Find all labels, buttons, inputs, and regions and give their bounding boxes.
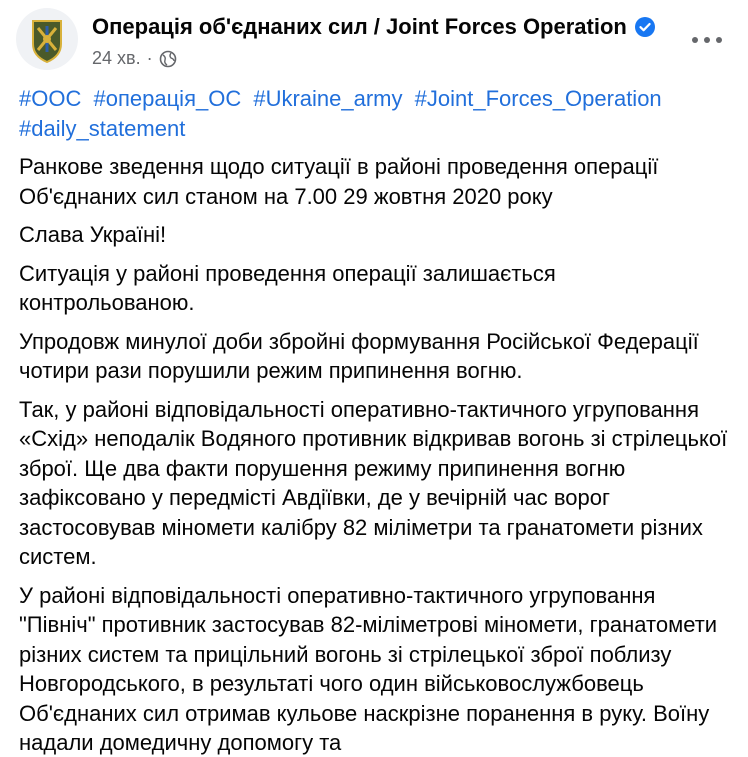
post-header: Операція об'єднаних сил / Joint Forces O… — [16, 8, 732, 78]
post-paragraph: Упродовж минулої доби збройні формування… — [19, 328, 699, 384]
page-name-link[interactable]: Операція об'єднаних сил / Joint Forces O… — [92, 14, 655, 40]
post-paragraph: Ситуація у районі проведення операції за… — [19, 260, 556, 316]
post-paragraph: У районі відповідальності оперативно-так… — [19, 582, 718, 756]
facebook-post: Операція об'єднаних сил / Joint Forces O… — [0, 0, 748, 757]
post-paragraph: Так, у районі відповідальності оперативн… — [19, 396, 728, 570]
page-avatar[interactable] — [16, 8, 78, 70]
globe-icon[interactable] — [159, 50, 177, 68]
hashtags-line: #ООС #операція_ОС #Ukraine_army #Joint_F… — [19, 84, 734, 143]
post-paragraph: Слава Україні! — [19, 222, 167, 247]
hashtag-link[interactable]: #ООС — [19, 86, 81, 111]
hashtag-link[interactable]: #Ukraine_army — [253, 86, 402, 111]
hashtag-link[interactable]: #daily_statement — [19, 116, 185, 141]
hashtag-link[interactable]: #Joint_Forces_Operation — [415, 86, 662, 111]
more-options-button[interactable] — [692, 28, 722, 52]
post-paragraph: Ранкове зведення щодо ситуації в районі … — [19, 154, 659, 209]
post-body: #ООС #операція_ОС #Ukraine_army #Joint_F… — [19, 84, 734, 757]
joint-forces-emblem-icon — [17, 9, 77, 69]
more-options-icon — [692, 37, 698, 43]
more-options-icon — [704, 37, 710, 43]
post-meta: 24 хв. · — [92, 48, 177, 69]
verified-badge-icon — [634, 17, 655, 37]
meta-separator: · — [146, 48, 153, 68]
more-options-icon — [716, 37, 722, 43]
post-timestamp[interactable]: 24 хв. — [92, 48, 141, 69]
page-name[interactable]: Операція об'єднаних сил / Joint Forces O… — [92, 14, 627, 40]
hashtag-link[interactable]: #операція_ОС — [93, 86, 241, 111]
